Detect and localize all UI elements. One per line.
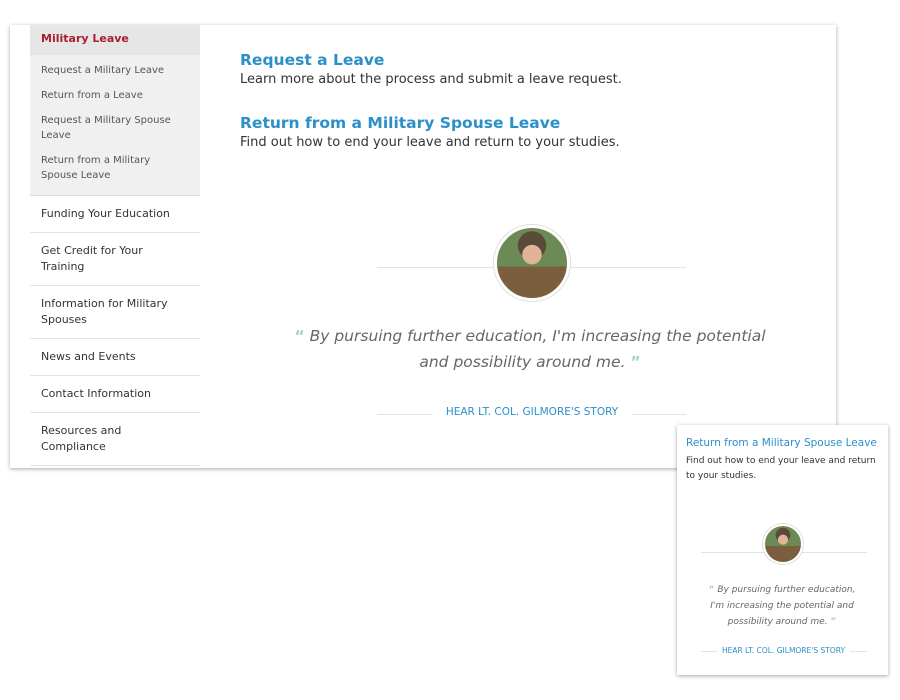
main-content: Request a Leave Learn more about the pro…	[240, 51, 820, 177]
desktop-page: Military Leave Request a Military Leave …	[10, 25, 836, 468]
section-desc: Learn more about the process and submit …	[240, 72, 622, 87]
sidebar-item[interactable]: Get Credit for Your Training	[30, 233, 200, 286]
section-title-link[interactable]: Request a Leave	[240, 51, 820, 69]
avatar	[494, 225, 570, 301]
subnav-item[interactable]: Request a Military Spouse Leave	[30, 109, 200, 149]
subnav-item[interactable]: Return from a Military Spouse Leave	[30, 149, 200, 189]
close-quote-icon: ”	[630, 353, 641, 371]
sidebar-item[interactable]: Contact Information	[30, 376, 200, 413]
testimonial-quote: “ By pursuing further education, I'm inc…	[280, 323, 780, 375]
sidebar-subnav: Request a Military Leave Return from a L…	[30, 55, 200, 196]
section-desc: Find out how to end your leave and retur…	[240, 135, 620, 150]
story-link[interactable]: Hear Lt. Col. Gilmore's Story	[717, 645, 850, 657]
sidebar-nav: Military Leave Request a Military Leave …	[30, 25, 200, 466]
sidebar-item[interactable]: Resources and Compliance	[30, 413, 200, 466]
mobile-preview: Return from a Military Spouse Leave Find…	[677, 425, 888, 675]
section-title-link[interactable]: Return from a Military Spouse Leave	[240, 114, 820, 132]
section-title-link[interactable]: Return from a Military Spouse Leave	[686, 437, 877, 449]
sidebar-item-military-leave[interactable]: Military Leave	[30, 25, 200, 55]
close-quote-icon: ”	[830, 617, 837, 627]
testimonial-quote: “ By pursuing further education, I'm inc…	[702, 582, 862, 630]
sidebar-item[interactable]: Information for Military Spouses	[30, 286, 200, 339]
open-quote-icon: “	[708, 585, 715, 595]
open-quote-icon: “	[294, 327, 305, 345]
section-desc: Find out how to end your leave and retur…	[686, 456, 876, 481]
subnav-item[interactable]: Return from a Leave	[30, 84, 200, 109]
subnav-item[interactable]: Request a Military Leave	[30, 59, 200, 84]
sidebar-item[interactable]: News and Events	[30, 339, 200, 376]
story-link[interactable]: Hear Lt. Col. Gilmore's Story	[432, 405, 632, 419]
avatar	[763, 524, 803, 564]
sidebar-item[interactable]: Funding Your Education	[30, 196, 200, 233]
quote-text: By pursuing further education, I'm incre…	[309, 327, 766, 371]
